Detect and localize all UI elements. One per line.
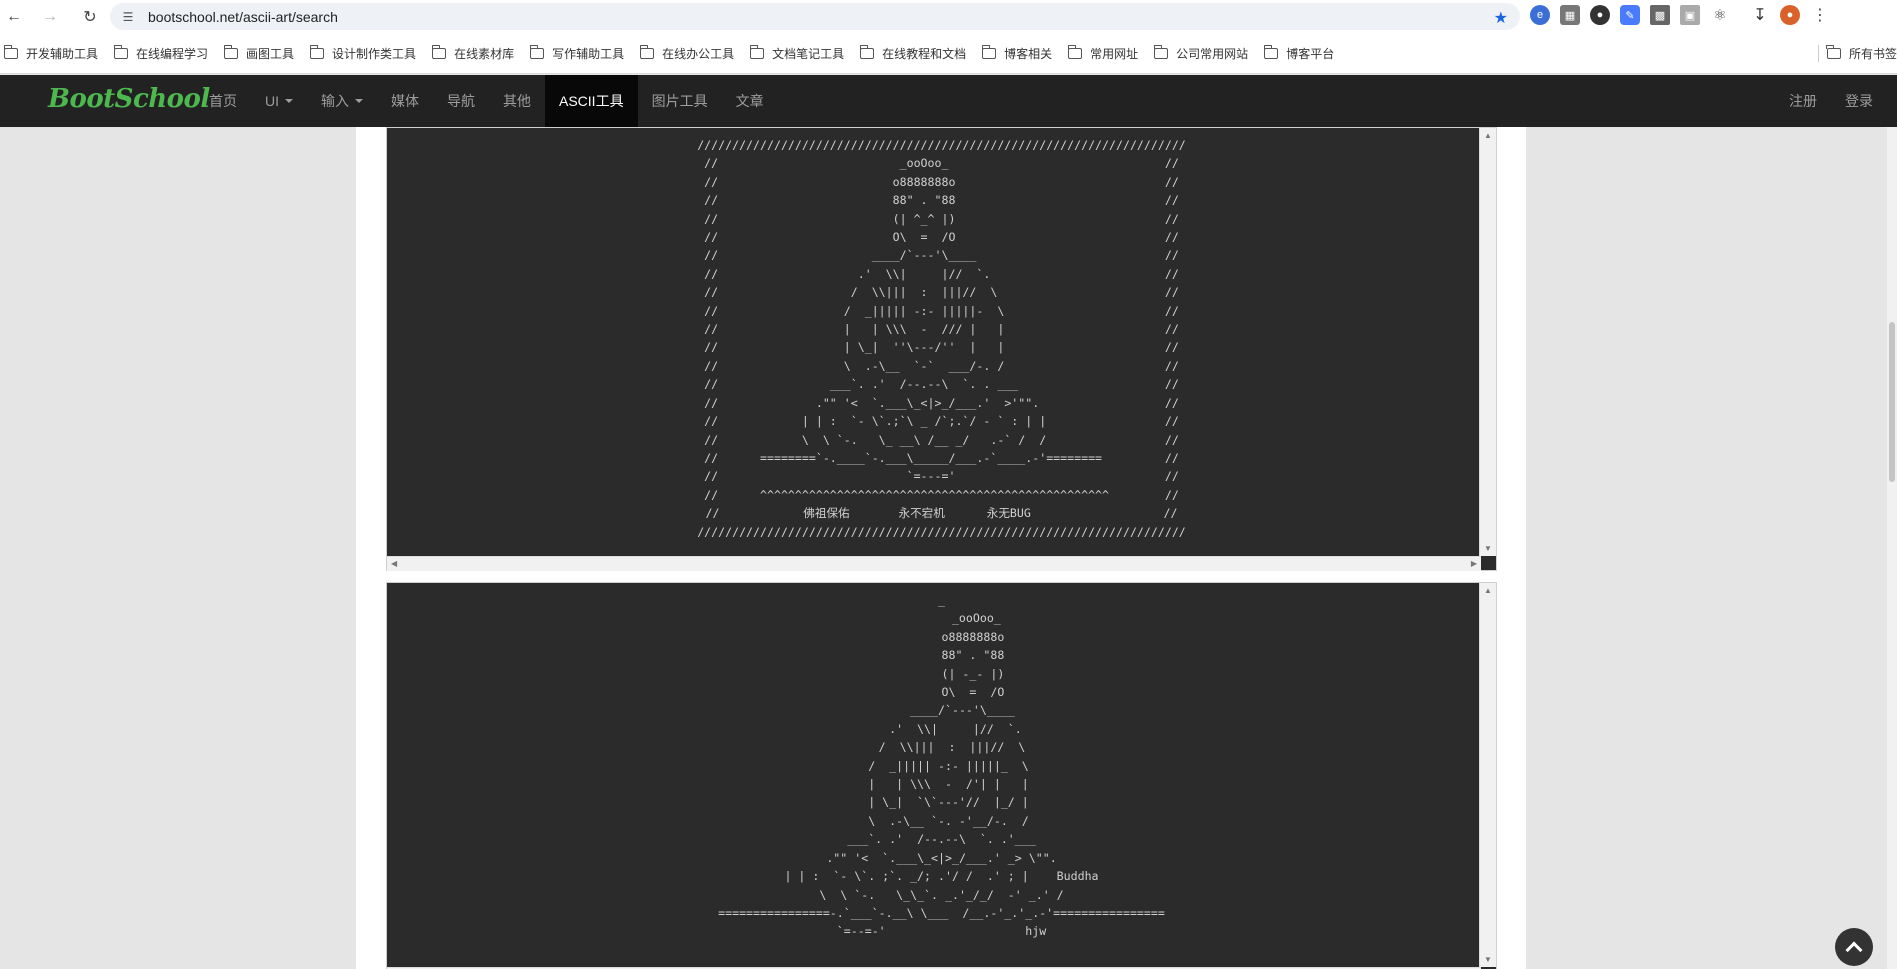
bookmark-star-icon[interactable]: ★ — [1494, 8, 1508, 28]
bookmarks-bar: 开发辅助工具 在线编程学习 画图工具 设计制作类工具 在线素材库 写作辅助工具 … — [0, 33, 1897, 74]
bookmark-label: 在线教程和文档 — [882, 46, 967, 61]
bookmark-folder[interactable]: 公司常用网站 — [1153, 44, 1249, 62]
scroll-down-icon[interactable]: ▼ — [1484, 544, 1492, 553]
folder-icon — [1826, 45, 1841, 59]
folder-icon — [749, 44, 765, 59]
site-navbar: BootSchool 首页 UI 输入 媒体 导航 其他 ASCII工具 图片工… — [0, 75, 1897, 127]
download-icon[interactable]: ↧ — [1750, 5, 1770, 25]
bookmark-folder[interactable]: 文档笔记工具 — [749, 44, 845, 62]
page-scrollbar-thumb[interactable] — [1889, 322, 1895, 482]
scroll-down-icon[interactable]: ▼ — [1484, 955, 1492, 964]
extension-1-icon[interactable]: e — [1530, 5, 1550, 25]
main-content: ////////////////////////////////////////… — [356, 127, 1526, 969]
account-nav: 注册 登录 — [1775, 75, 1887, 127]
nav-home[interactable]: 首页 — [195, 75, 251, 127]
scroll-up-icon[interactable]: ▲ — [1484, 586, 1492, 595]
folder-icon — [431, 44, 447, 59]
bookmark-label: 常用网址 — [1090, 46, 1139, 61]
folder-icon — [981, 44, 997, 59]
bookmark-folder[interactable]: 画图工具 — [223, 44, 295, 62]
chevron-up-icon — [1845, 941, 1863, 959]
extensions-area: e ▦ ● ✎ ▩ ▣ ⚛ ↧ ● ⋮ — [1530, 5, 1830, 25]
horizontal-scrollbar[interactable]: ◀ ▶ — [387, 556, 1481, 571]
bookmark-label: 画图工具 — [246, 46, 295, 61]
nav-article[interactable]: 文章 — [722, 75, 778, 127]
login-link[interactable]: 登录 — [1831, 75, 1887, 127]
bookmark-label: 在线办公工具 — [662, 46, 735, 61]
all-bookmarks-label: 所有书签 — [1848, 47, 1897, 61]
nav-other[interactable]: 其他 — [489, 75, 545, 127]
site-info-icon[interactable]: ☰ — [120, 9, 136, 25]
vertical-scrollbar[interactable]: ▲ ▼ — [1479, 583, 1496, 967]
nav-media[interactable]: 媒体 — [377, 75, 433, 127]
nav-ascii[interactable]: ASCII工具 — [545, 75, 638, 127]
ascii-art-text: ////////////////////////////////////////… — [697, 138, 1186, 539]
extension-2-icon[interactable]: ▦ — [1560, 5, 1580, 25]
folder-icon — [859, 44, 875, 59]
reload-button[interactable]: ↻ — [76, 3, 104, 31]
folder-icon — [639, 44, 655, 59]
folder-icon — [309, 44, 325, 59]
caret-down-icon — [285, 99, 293, 103]
folder-icon — [1067, 44, 1083, 59]
folder-icon — [113, 44, 129, 59]
bookmark-folder[interactable]: 博客平台 — [1263, 44, 1335, 62]
bookmark-label: 文档笔记工具 — [772, 46, 845, 61]
bookmark-label: 设计制作类工具 — [332, 46, 417, 61]
nav-input-label: 输入 — [321, 93, 349, 109]
ascii-art-box-2[interactable]: _ _ooOoo_ o8888888o 88" . "88 (| -_- |) … — [386, 582, 1497, 969]
folder-icon — [3, 44, 18, 59]
folder-icon — [1153, 44, 1169, 59]
page-scrollbar[interactable] — [1887, 127, 1897, 969]
nav-ui-label: UI — [265, 93, 279, 109]
bookmark-folder[interactable]: 在线办公工具 — [639, 44, 735, 62]
extension-3-icon[interactable]: ● — [1590, 5, 1610, 25]
scroll-left-icon[interactable]: ◀ — [391, 559, 397, 568]
back-to-top-button[interactable] — [1835, 928, 1873, 966]
main-nav: 首页 UI 输入 媒体 导航 其他 ASCII工具 图片工具 文章 — [195, 75, 778, 127]
folder-icon — [1263, 44, 1279, 59]
bookmark-folder[interactable]: 博客相关 — [981, 44, 1053, 62]
folder-icon — [223, 44, 239, 59]
bookmark-folder[interactable]: 在线素材库 — [431, 44, 515, 62]
bookmark-label: 在线素材库 — [454, 46, 515, 61]
bookmark-label: 公司常用网站 — [1176, 46, 1249, 61]
bookmark-folder[interactable]: 设计制作类工具 — [309, 44, 417, 62]
vertical-scrollbar[interactable]: ▲ ▼ — [1479, 128, 1496, 556]
scroll-up-icon[interactable]: ▲ — [1484, 131, 1492, 140]
nav-image[interactable]: 图片工具 — [638, 75, 722, 127]
scroll-right-icon[interactable]: ▶ — [1471, 559, 1477, 568]
avatar[interactable]: ● — [1780, 5, 1800, 25]
bookmark-label: 写作辅助工具 — [552, 46, 625, 61]
nav-ui[interactable]: UI — [251, 75, 307, 127]
qr-code-icon[interactable]: ▩ — [1650, 5, 1670, 25]
register-link[interactable]: 注册 — [1775, 75, 1831, 127]
bookmark-folder[interactable]: 在线编程学习 — [113, 44, 209, 62]
site-logo[interactable]: BootSchool — [48, 84, 210, 114]
bookmark-label: 在线编程学习 — [136, 46, 209, 61]
nav-input[interactable]: 输入 — [307, 75, 377, 127]
bookmark-label: 博客平台 — [1286, 46, 1335, 61]
back-button[interactable]: ← — [0, 3, 28, 31]
bookmark-folder[interactable]: 在线教程和文档 — [859, 44, 967, 62]
extension-6-icon[interactable]: ▣ — [1680, 5, 1700, 25]
bookmark-folder[interactable]: 开发辅助工具 — [3, 44, 99, 62]
bookmark-label: 博客相关 — [1004, 46, 1053, 61]
ascii-art-box-1[interactable]: ////////////////////////////////////////… — [386, 127, 1497, 571]
puzzle-icon[interactable]: ⚛ — [1710, 5, 1730, 25]
nav-navigation[interactable]: 导航 — [433, 75, 489, 127]
extension-4-icon[interactable]: ✎ — [1620, 5, 1640, 25]
all-bookmarks[interactable]: 所有书签 — [1817, 45, 1897, 62]
url-text: bootschool.net/ascii-art/search — [148, 8, 338, 25]
forward-button[interactable]: → — [36, 3, 64, 31]
caret-down-icon — [355, 99, 363, 103]
bookmark-folder[interactable]: 常用网址 — [1067, 44, 1139, 62]
browser-toolbar: ← → ↻ ☰ bootschool.net/ascii-art/search … — [0, 0, 1897, 33]
bookmark-label: 开发辅助工具 — [26, 46, 99, 61]
folder-icon — [529, 44, 545, 59]
ascii-art-text: _ _ooOoo_ o8888888o 88" . "88 (| -_- |) … — [718, 593, 1165, 939]
menu-icon[interactable]: ⋮ — [1810, 5, 1830, 25]
bookmark-folder[interactable]: 写作辅助工具 — [529, 44, 625, 62]
address-bar[interactable]: ☰ bootschool.net/ascii-art/search ★ — [110, 3, 1520, 30]
